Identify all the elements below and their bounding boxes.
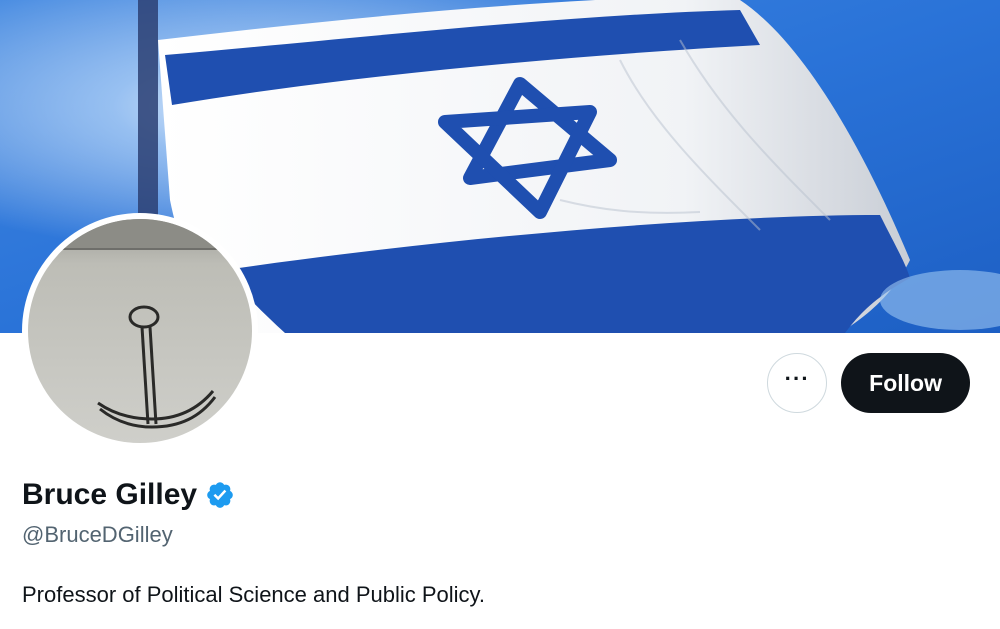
bio: Professor of Political Science and Publi… xyxy=(22,582,486,607)
more-options-button[interactable]: ··· xyxy=(767,353,828,413)
verified-badge-icon[interactable] xyxy=(205,480,235,510)
avatar[interactable] xyxy=(22,213,258,449)
follow-button[interactable]: Follow xyxy=(841,353,970,413)
display-name: Bruce Gilley xyxy=(22,478,198,511)
more-horizontal-icon: ··· xyxy=(784,366,810,391)
avatar-image-anchor-carving xyxy=(28,219,252,443)
handle: @BruceDGilley xyxy=(22,522,173,547)
name-row: Bruce Gilley xyxy=(22,478,235,512)
profile-actions: ··· Follow xyxy=(767,353,970,413)
